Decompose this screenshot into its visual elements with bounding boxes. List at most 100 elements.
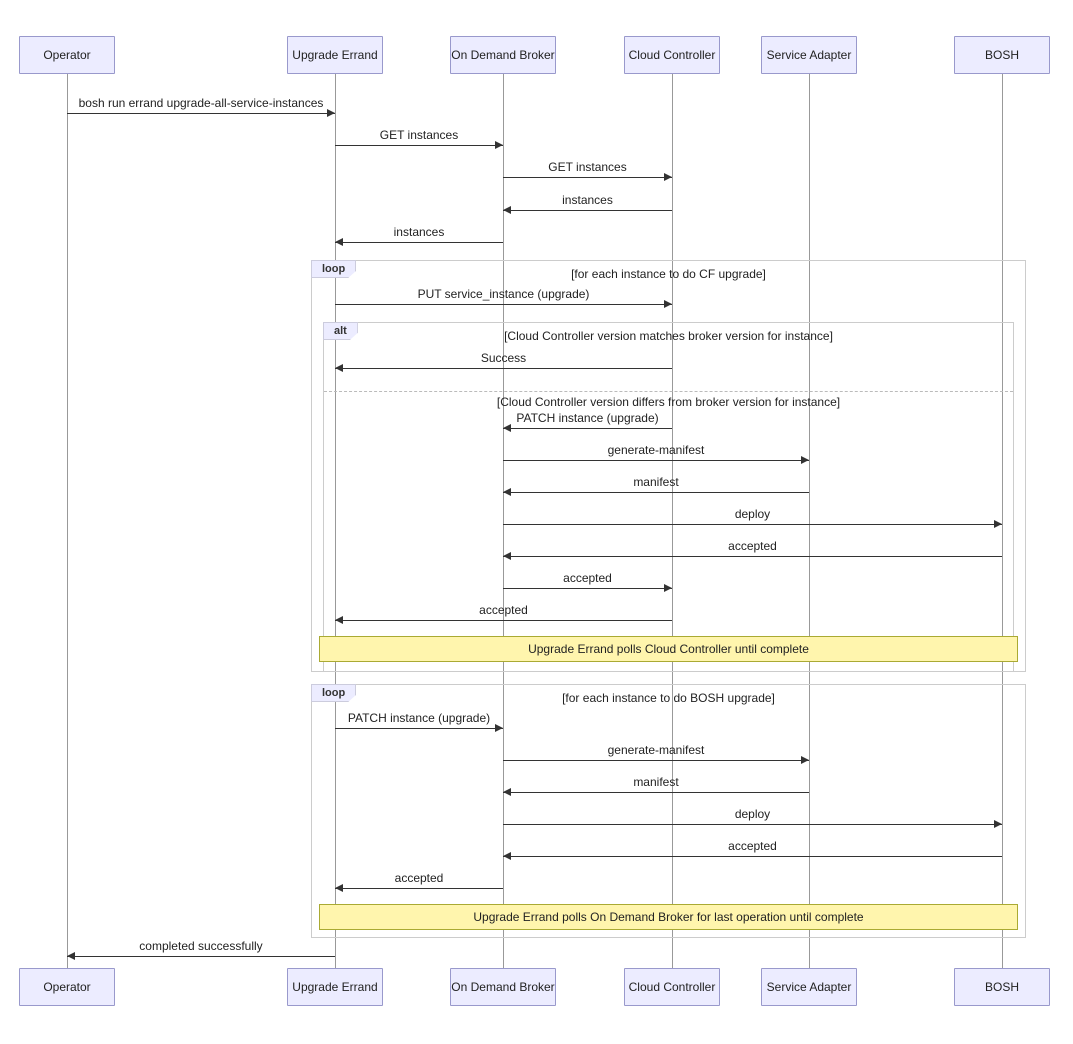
participant-label: Cloud Controller	[629, 980, 716, 994]
arrow-head-icon	[495, 724, 503, 732]
frame-condition: [for each instance to do BOSH upgrade]	[312, 691, 1025, 705]
participant-label: Service Adapter	[767, 48, 852, 62]
arrow-head-icon	[335, 364, 343, 372]
message-label: generate-manifest	[503, 743, 809, 757]
message-arrow	[67, 956, 335, 957]
participant-label: BOSH	[985, 980, 1019, 994]
arrow-head-icon	[994, 520, 1002, 528]
message-arrow	[503, 556, 1002, 557]
note: Upgrade Errand polls On Demand Broker fo…	[319, 904, 1018, 930]
frame-condition: [Cloud Controller version matches broker…	[324, 329, 1013, 343]
message-arrow	[503, 177, 672, 178]
message-arrow	[335, 620, 672, 621]
message-label: PATCH instance (upgrade)	[335, 711, 503, 725]
arrow-head-icon	[801, 456, 809, 464]
arrow-head-icon	[335, 616, 343, 624]
arrow-head-icon	[503, 552, 511, 560]
frame-tag: alt	[323, 322, 358, 340]
arrow-head-icon	[801, 756, 809, 764]
message-label: accepted	[335, 603, 672, 617]
message-label: accepted	[503, 539, 1002, 553]
participant-label: On Demand Broker	[451, 48, 554, 62]
message-label: GET instances	[503, 160, 672, 174]
lifeline-errand	[335, 74, 336, 968]
note-text: Upgrade Errand polls Cloud Controller un…	[528, 642, 809, 656]
lifeline-bosh	[1002, 74, 1003, 968]
participant-label: Operator	[43, 980, 90, 994]
message-arrow	[503, 524, 1002, 525]
participant-label: Service Adapter	[767, 980, 852, 994]
participant-label: Operator	[43, 48, 90, 62]
participant-adapter: Service Adapter	[761, 36, 857, 74]
message-label: instances	[335, 225, 503, 239]
arrow-head-icon	[503, 488, 511, 496]
participant-errand: Upgrade Errand	[287, 36, 383, 74]
message-arrow	[503, 792, 809, 793]
message-arrow	[503, 760, 809, 761]
message-label: deploy	[503, 507, 1002, 521]
note-text: Upgrade Errand polls On Demand Broker fo…	[473, 910, 863, 924]
message-label: instances	[503, 193, 672, 207]
participant-label: Cloud Controller	[629, 48, 716, 62]
arrow-head-icon	[327, 109, 335, 117]
arrow-head-icon	[495, 141, 503, 149]
participant-adapter-bottom: Service Adapter	[761, 968, 857, 1006]
participant-operator: Operator	[19, 36, 115, 74]
frame-condition: [Cloud Controller version differs from b…	[324, 395, 1013, 409]
participant-errand-bottom: Upgrade Errand	[287, 968, 383, 1006]
message-label: accepted	[503, 571, 672, 585]
arrow-head-icon	[503, 788, 511, 796]
message-label: GET instances	[335, 128, 503, 142]
message-arrow	[335, 728, 503, 729]
message-arrow	[503, 824, 1002, 825]
participant-label: Upgrade Errand	[292, 980, 377, 994]
message-label: accepted	[503, 839, 1002, 853]
arrow-head-icon	[335, 238, 343, 246]
message-label: manifest	[503, 775, 809, 789]
message-arrow	[335, 888, 503, 889]
arrow-head-icon	[664, 300, 672, 308]
message-arrow	[503, 210, 672, 211]
message-label: PUT service_instance (upgrade)	[335, 287, 672, 301]
message-arrow	[335, 242, 503, 243]
participant-broker: On Demand Broker	[450, 36, 556, 74]
frame-condition: [for each instance to do CF upgrade]	[312, 267, 1025, 281]
participant-bosh: BOSH	[954, 36, 1050, 74]
message-label: manifest	[503, 475, 809, 489]
participant-label: BOSH	[985, 48, 1019, 62]
arrow-head-icon	[664, 584, 672, 592]
arrow-head-icon	[994, 820, 1002, 828]
frame-tag: loop	[311, 260, 356, 278]
participant-label: Upgrade Errand	[292, 48, 377, 62]
message-label: generate-manifest	[503, 443, 809, 457]
message-arrow	[503, 856, 1002, 857]
arrow-head-icon	[503, 206, 511, 214]
frame-tag: loop	[311, 684, 356, 702]
message-label: PATCH instance (upgrade)	[503, 411, 672, 425]
message-arrow	[335, 304, 672, 305]
message-label: deploy	[503, 807, 1002, 821]
message-arrow	[503, 492, 809, 493]
arrow-head-icon	[67, 952, 75, 960]
message-arrow	[335, 145, 503, 146]
participant-broker-bottom: On Demand Broker	[450, 968, 556, 1006]
lifeline-cc	[672, 74, 673, 968]
message-label: bosh run errand upgrade-all-service-inst…	[67, 96, 335, 110]
participant-cc: Cloud Controller	[624, 36, 720, 74]
frame-divider	[324, 391, 1013, 392]
participant-operator-bottom: Operator	[19, 968, 115, 1006]
message-arrow	[503, 588, 672, 589]
note: Upgrade Errand polls Cloud Controller un…	[319, 636, 1018, 662]
message-arrow	[67, 113, 335, 114]
participant-label: On Demand Broker	[451, 980, 554, 994]
arrow-head-icon	[503, 424, 511, 432]
message-arrow	[335, 368, 672, 369]
message-arrow	[503, 460, 809, 461]
message-label: accepted	[335, 871, 503, 885]
lifeline-adapter	[809, 74, 810, 968]
message-arrow	[503, 428, 672, 429]
message-label: completed successfully	[67, 939, 335, 953]
participant-bosh-bottom: BOSH	[954, 968, 1050, 1006]
participant-cc-bottom: Cloud Controller	[624, 968, 720, 1006]
lifeline-operator	[67, 74, 68, 968]
